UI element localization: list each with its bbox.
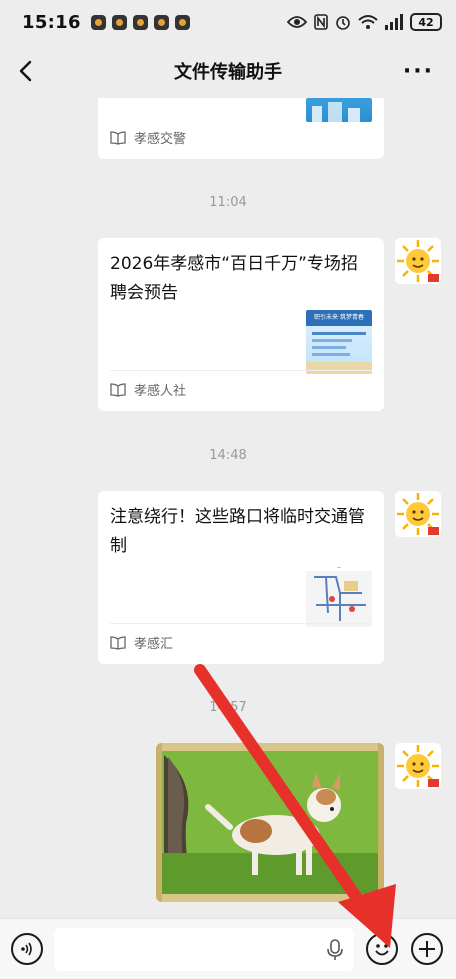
source-name: 孝感人社 <box>134 384 187 399</box>
article-source: 孝感交警 <box>110 128 186 147</box>
voice-icon[interactable] <box>11 933 43 965</box>
signal-icon <box>385 14 403 30</box>
message-timestamp: 14:57 <box>209 700 247 715</box>
wifi-icon <box>358 15 378 29</box>
mic-icon[interactable] <box>326 939 344 961</box>
status-bar: 15:16 42 <box>0 0 456 44</box>
page-title: 文件传输助手 <box>174 62 282 83</box>
sun-avatar[interactable] <box>395 238 441 284</box>
image-message[interactable] <box>156 743 384 902</box>
battery-icon: 42 <box>410 13 442 31</box>
more-dots-icon[interactable]: ··· <box>403 61 434 83</box>
status-time: 15:16 <box>22 11 81 33</box>
article-card[interactable]: 2026年孝感市“百日千万”专场招聘会预告 职引未来·筑梦青春 孝感人社 <box>98 238 384 411</box>
chat-header: 文件传输助手 ··· <box>0 44 456 98</box>
card-divider <box>110 370 372 371</box>
source-name: 孝感汇 <box>134 637 174 652</box>
article-thumbnail <box>306 98 372 122</box>
article-source: 孝感人社 <box>110 380 186 399</box>
app-notification-icon <box>90 14 106 30</box>
article-source: 孝感汇 <box>110 633 173 652</box>
input-bar <box>0 918 456 979</box>
article-card[interactable]: 孝感交警 <box>98 98 384 159</box>
thumb-caption: 职引未来·筑梦青春 <box>306 310 372 326</box>
article-card[interactable]: 注意绕行！这些路口将临时交通管制 — 孝感汇 <box>98 491 384 664</box>
app-notification-icon <box>153 14 169 30</box>
nfc-icon <box>314 14 328 30</box>
book-icon <box>110 130 126 145</box>
article-title: 2026年孝感市“百日千万”专场招聘会预告 <box>110 254 358 303</box>
app-notification-icon <box>111 14 127 30</box>
book-icon <box>110 635 126 650</box>
article-thumbnail: 职引未来·筑梦青春 <box>306 310 372 374</box>
emoji-icon[interactable] <box>366 933 398 965</box>
svg-text:—: — <box>337 565 341 570</box>
article-title: 注意绕行！这些路口将临时交通管制 <box>110 507 365 556</box>
eye-icon <box>287 16 307 28</box>
alarm-icon <box>336 16 350 30</box>
book-icon <box>110 382 126 397</box>
message-timestamp: 14:48 <box>209 448 247 463</box>
app-notification-icon <box>132 14 148 30</box>
notification-icons <box>90 14 190 30</box>
message-input[interactable] <box>54 928 354 971</box>
app-notification-icon <box>174 14 190 30</box>
chevron-left-icon[interactable] <box>14 58 40 84</box>
plus-icon[interactable] <box>411 933 443 965</box>
card-divider <box>110 623 372 624</box>
message-timestamp: 11:04 <box>209 195 247 210</box>
source-name: 孝感交警 <box>134 132 187 147</box>
article-thumbnail: — <box>306 563 372 627</box>
sun-avatar[interactable] <box>395 491 441 537</box>
sun-avatar[interactable] <box>395 743 441 789</box>
